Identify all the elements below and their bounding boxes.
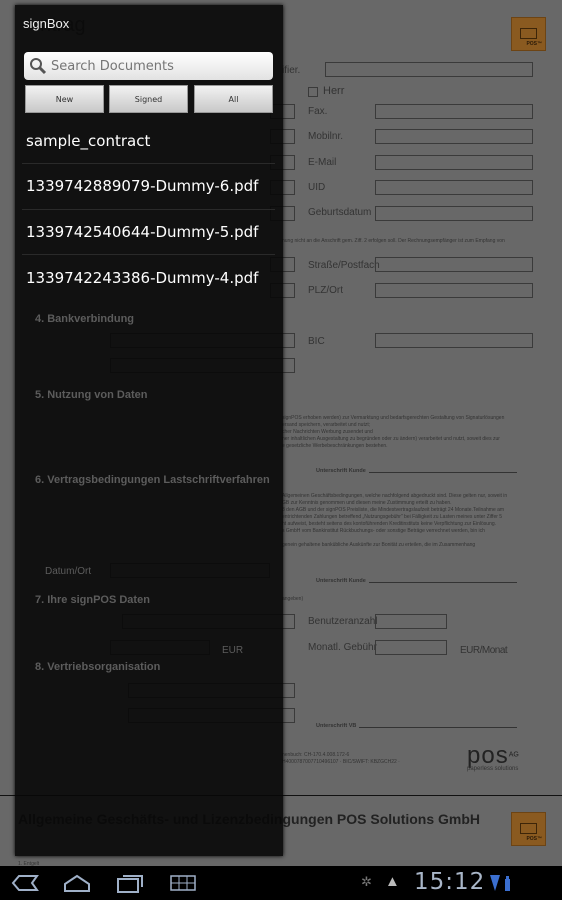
home-icon[interactable] [63,873,91,893]
herr-checkbox[interactable] [308,87,318,97]
bic-label: BIC [308,336,325,347]
uid-field[interactable] [375,180,533,195]
uid-label: UID [308,182,326,193]
plz-field[interactable] [375,283,533,298]
section-vertrieb: 8. Vertriebsorganisation [35,661,161,673]
pos-ag-logo: posAG paperless solutions [467,742,519,772]
list-item[interactable]: sample_contract [26,132,150,150]
recent-apps-icon[interactable] [116,872,144,894]
list-item[interactable]: 1339742243386-Dummy-4.pdf [26,269,258,287]
benutzer-label: Benutzeranzahl [308,616,378,627]
search-input[interactable] [51,58,261,74]
datum-label: Datum/Ort [45,566,92,577]
eur-monat-label: EUR/Monat [460,645,508,656]
section-signpos: 7. Ihre signPOS Daten [35,594,150,606]
wifi-battery-icon [490,875,510,891]
signature-kunde-line[interactable] [369,472,517,473]
email-label: E-Mail [308,157,337,168]
search-icon [30,58,47,75]
fax-field[interactable] [375,104,533,119]
email-field[interactable] [375,155,533,170]
filter-new-button[interactable]: New [25,85,104,113]
list-item[interactable]: 1339742889079-Dummy-6.pdf [26,177,258,195]
section-daten: 5. Nutzung von Daten [35,389,148,401]
signature-vb-label: Unterschrift VB [316,723,357,729]
angeben-note: angeben) [282,596,304,602]
signpos-logo-2: POS™ [511,812,546,846]
section-bank: 4. Bankverbindung [35,313,135,325]
filter-signed-button[interactable]: Signed [109,85,188,113]
app-grid-icon[interactable] [169,874,197,892]
debug-icon: ✲ [361,874,372,889]
signpos-logo: POS™ [511,17,546,51]
signature-kunde-line-2[interactable] [369,582,517,583]
herr-label: Herr [323,85,345,97]
filter-all-button[interactable]: All [194,85,273,113]
gebuehr-field[interactable] [375,640,447,655]
mobil-field[interactable] [375,129,533,144]
gebuehr-label: Monatl. Gebühr [308,642,377,653]
eur-label: EUR [222,645,244,656]
signature-kunde-label-2: Unterschrift Kunde [316,578,366,584]
search-box[interactable] [24,52,273,80]
plz-label: PLZ/Ort [308,285,344,296]
benutzer-field[interactable] [375,614,447,629]
bic-field[interactable] [375,333,533,348]
strasse-label: Straße/Postfach [308,260,380,271]
strasse-field[interactable] [375,257,533,272]
fax-label: Fax. [308,106,328,117]
signature-vb-line[interactable] [359,727,517,728]
warning-icon: ▲ [385,873,400,890]
note-line: nung nicht an die Anschrift gem. Ziff. 2… [282,238,505,244]
identifier-label: ifier. [282,65,301,76]
list-item[interactable]: 1339742540644-Dummy-5.pdf [26,223,258,241]
system-bar: ✲ ▲ 15:12 [0,866,562,900]
geburt-label: Geburtsdatum [308,207,372,218]
panel-title: signBox [23,16,70,31]
back-icon[interactable] [11,874,39,892]
section-lastschrift: 6. Vertragsbedingungen Lastschriftverfah… [35,474,270,486]
geburt-field[interactable] [375,206,533,221]
signbox-panel: signBox New Signed All sample_contract 1… [15,5,283,856]
clock: 15:12 [414,869,486,895]
signature-kunde-label: Unterschrift Kunde [316,468,366,474]
identifier-field[interactable] [325,62,533,77]
mobil-label: Mobilnr. [308,131,344,142]
